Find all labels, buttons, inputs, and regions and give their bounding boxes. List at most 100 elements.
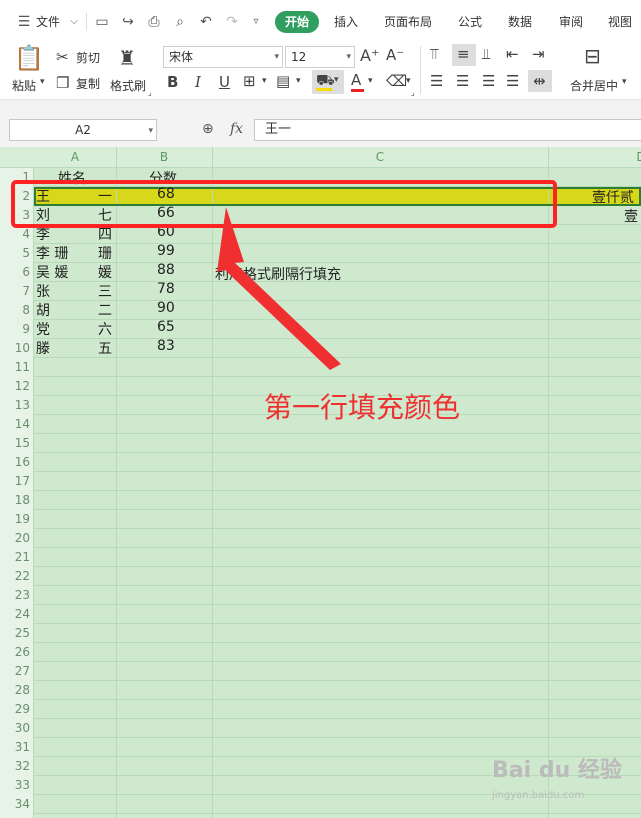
font-name-select[interactable]: 宋体 ▾ [163,46,283,68]
cell-score[interactable]: 83 [157,338,175,354]
row-header[interactable]: 26 [0,645,30,659]
cell-name-last[interactable]: 三 [98,281,112,301]
row-header[interactable]: 13 [0,398,30,412]
cell-d3[interactable]: 壹 [624,206,638,226]
cell-name-last[interactable]: 六 [98,319,112,339]
spreadsheet-grid[interactable]: A B C D 12345678910111213141516171819202… [0,147,641,818]
chevron-down-icon[interactable]: ▾ [622,77,627,87]
align-center-icon[interactable]: ☰ [456,72,469,90]
cell-name-first[interactable]: 滕 [36,338,50,358]
tab-start[interactable]: 开始 [275,11,319,33]
formula-input[interactable]: 王一 [254,119,641,141]
row-header[interactable]: 12 [0,379,30,393]
row-header[interactable]: 31 [0,740,30,754]
chevron-down-icon[interactable]: ▾ [262,76,267,86]
zoom-search-icon[interactable]: ⊕ [202,121,214,137]
cell-name-last[interactable]: 二 [98,300,112,320]
row-header[interactable]: 24 [0,607,30,621]
row-header[interactable]: 25 [0,626,30,640]
cell-score[interactable]: 90 [157,300,175,316]
row-header[interactable]: 11 [0,360,30,374]
row-header[interactable]: 32 [0,759,30,773]
distributed-align-button[interactable]: ⇹ [528,70,552,92]
paste-button[interactable]: 粘贴 [12,77,36,94]
hamburger-menu-icon[interactable]: ☰ [14,12,34,32]
row-header[interactable]: 9 [0,322,30,336]
cell-name-first[interactable]: 党 [36,319,50,339]
merge-center-button[interactable]: 合并居中 [570,77,618,94]
eraser-icon[interactable]: ⌫ [386,72,407,90]
row-header[interactable]: 20 [0,531,30,545]
chevron-down-icon[interactable]: ⌵ [64,12,84,32]
name-box[interactable]: A2 ▾ [9,119,157,141]
row-header[interactable]: 17 [0,474,30,488]
border-icon[interactable]: ⊞ [243,72,256,90]
row-header[interactable]: 15 [0,436,30,450]
italic-icon[interactable]: I [195,73,201,91]
tab-formulas[interactable]: 公式 [458,11,482,33]
tab-insert[interactable]: 插入 [334,11,358,33]
format-painter-button[interactable]: 格式刷 [110,77,146,94]
cell-c6[interactable]: 利用格式刷隔行填充 [215,264,341,284]
row-header[interactable]: 6 [0,265,30,279]
chevron-down-icon[interactable]: ▾ [406,76,411,86]
align-left-icon[interactable]: ☰ [430,72,443,90]
align-right-icon[interactable]: ☰ [482,72,495,90]
fill-color-button[interactable]: ⛟ ▾ [312,70,344,94]
row-header[interactable]: 16 [0,455,30,469]
align-bottom-icon[interactable]: ⫫ [482,45,490,63]
tab-view[interactable]: 视图 [608,11,632,33]
merge-cells-icon[interactable]: ⊟ [584,44,601,68]
paste-icon[interactable]: 📋 [14,44,44,72]
cell-name-first[interactable]: 李 珊 [36,243,68,263]
justify-icon[interactable]: ☰ [506,72,519,90]
row-header[interactable]: 10 [0,341,30,355]
cell-d2[interactable]: 壹仟贰 [592,187,634,207]
cell-name-last[interactable]: 五 [98,338,112,358]
customize-toolbar-icon[interactable]: ▿ [246,12,266,32]
row-header[interactable]: 30 [0,721,30,735]
row-header[interactable]: 33 [0,778,30,792]
column-header-a[interactable]: A [34,150,116,164]
font-size-select[interactable]: 12 ▾ [285,46,355,68]
decrease-indent-icon[interactable]: ⇤ [506,45,519,63]
print-preview-icon[interactable]: ⌕ [170,12,190,32]
column-header-c[interactable]: C [212,150,548,164]
increase-font-icon[interactable]: A⁺ [360,46,379,65]
tab-review[interactable]: 审阅 [559,11,583,33]
decrease-font-icon[interactable]: A⁻ [386,46,404,64]
cell-name-first[interactable]: 吴 媛 [36,262,68,282]
row-header[interactable]: 21 [0,550,30,564]
fx-button[interactable]: fx [230,121,243,137]
expand-icon[interactable]: ⌟ [148,88,152,97]
row-header[interactable]: 29 [0,702,30,716]
file-menu[interactable]: 文件 [36,11,60,33]
row-header[interactable]: 7 [0,284,30,298]
cell-name-first[interactable]: 胡 [36,300,50,320]
row-header[interactable]: 27 [0,664,30,678]
tab-data[interactable]: 数据 [508,11,532,33]
cell-score[interactable]: 88 [157,262,175,278]
row-header[interactable]: 8 [0,303,30,317]
row-header[interactable]: 23 [0,588,30,602]
cell-name-last[interactable]: 媛 [98,262,112,282]
chevron-down-icon[interactable]: ▾ [296,76,301,86]
underline-icon[interactable]: U [219,73,230,91]
undo-icon[interactable]: ↶ [196,12,216,32]
font-color-icon[interactable]: A [351,71,361,89]
bold-icon[interactable]: B [167,73,178,91]
row-header[interactable]: 5 [0,246,30,260]
copy-button[interactable]: 复制 [76,75,100,92]
cell-score[interactable]: 65 [157,319,175,335]
column-header-d[interactable]: D [548,150,641,164]
copy-icon[interactable]: ❐ [56,74,69,92]
row-header[interactable]: 34 [0,797,30,811]
cell-name-first[interactable]: 张 [36,281,50,301]
expand-icon[interactable]: ⌟ [411,88,415,97]
row-header[interactable]: 28 [0,683,30,697]
export-icon[interactable]: ↪ [118,12,138,32]
cell-score[interactable]: 99 [157,243,175,259]
row-header[interactable]: 18 [0,493,30,507]
column-header-b[interactable]: B [116,150,212,164]
cell-name-last[interactable]: 珊 [98,243,112,263]
